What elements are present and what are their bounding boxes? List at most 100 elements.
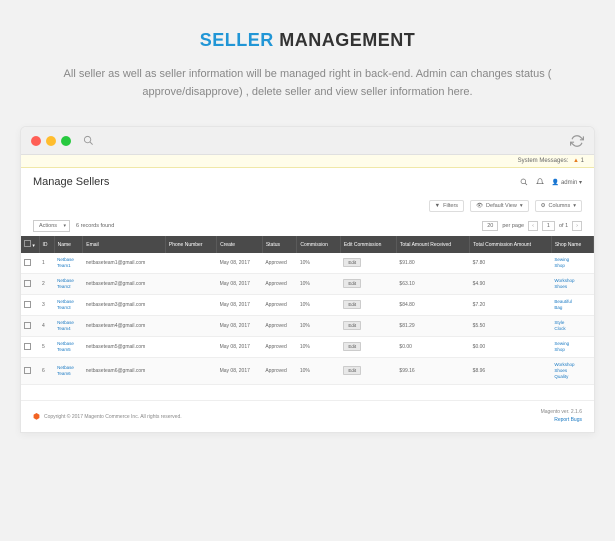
col-header[interactable]: Name [54,236,83,253]
perpage-input[interactable]: 20 [482,221,498,231]
bell-icon[interactable] [536,178,544,186]
cell-id: 6 [39,358,54,385]
grid-toolbar: ▼ Filters 👁 Default View ▾ ⚙ Columns ▾ [21,196,594,216]
cell-phone [165,274,216,295]
col-header[interactable]: Shop Name [551,236,593,253]
page-input[interactable]: 1 [542,221,555,231]
cell-commission: 10% [297,316,340,337]
cell-commission: 10% [297,358,340,385]
table-row: 3NetbaseTeam3netbaseteam3@gmail.comMay 0… [21,295,594,316]
cell-commission: 10% [297,337,340,358]
copyright: Copyright © 2017 Magento Commerce Inc. A… [44,414,182,420]
cell-create: May 08, 2017 [217,316,263,337]
default-view-button[interactable]: 👁 Default View ▾ [470,200,529,212]
col-header[interactable]: ID [39,236,54,253]
col-header[interactable]: Email [83,236,166,253]
shop-name-link[interactable]: SewingShop [554,257,569,268]
cell-total-received: $81.29 [396,316,469,337]
table-row: 4NetbaseTeam4netbaseteam4@gmail.comMay 0… [21,316,594,337]
search-icon[interactable] [520,178,528,186]
col-header[interactable]: Edit Commission [340,236,396,253]
edit-commission-button[interactable]: Edit [343,321,361,330]
close-dot[interactable] [31,136,41,146]
next-page[interactable]: › [572,221,582,231]
seller-name-link[interactable]: NetbaseTeam5 [57,341,74,352]
prev-page[interactable]: ‹ [528,221,538,231]
cell-create: May 08, 2017 [217,274,263,295]
cell-total-commission: $8.96 [470,358,552,385]
cell-email: netbaseteam4@gmail.com [83,316,166,337]
admin-menu[interactable]: 👤 admin ▾ [552,179,582,186]
refresh-icon[interactable] [570,134,584,148]
cell-total-commission: $7.20 [470,295,552,316]
action-row: Actions 6 records found 20 per page ‹ 1 … [21,216,594,236]
sysmsg-label: System Messages: [518,158,569,164]
col-header[interactable]: Phone Number [165,236,216,253]
cell-commission: 10% [297,253,340,274]
cell-status: Approved [262,337,297,358]
report-bugs-link[interactable]: Report Bugs [541,417,582,425]
col-header[interactable]: Status [262,236,297,253]
edit-commission-button[interactable]: Edit [343,279,361,288]
edit-commission-button[interactable]: Edit [343,300,361,309]
version-label: Magento ver. 2.1.6 [541,409,582,417]
minimize-dot[interactable] [46,136,56,146]
seller-name-link[interactable]: NetbaseTeam3 [57,299,74,310]
window-titlebar [21,127,594,155]
title-main: MANAGEMENT [274,30,416,50]
actions-dropdown[interactable]: Actions [33,220,70,232]
row-checkbox[interactable] [24,343,31,350]
row-checkbox[interactable] [24,301,31,308]
col-header[interactable]: Total Amount Received [396,236,469,253]
seller-name-link[interactable]: NetbaseTeam6 [57,365,74,376]
cell-email: netbaseteam5@gmail.com [83,337,166,358]
shop-name-link[interactable]: BeautifulBag [554,299,572,310]
col-header[interactable]: Total Commission Amount [470,236,552,253]
cell-total-received: $84.80 [396,295,469,316]
cell-id: 3 [39,295,54,316]
cell-phone [165,358,216,385]
col-header[interactable]: Create [217,236,263,253]
edit-commission-button[interactable]: Edit [343,258,361,267]
seller-name-link[interactable]: NetbaseTeam4 [57,320,74,331]
seller-name-link[interactable]: NetbaseTeam2 [57,278,74,289]
filters-button[interactable]: ▼ Filters [429,200,464,212]
cell-phone [165,316,216,337]
cell-total-commission: $5.50 [470,316,552,337]
sellers-table: ▾IDNameEmailPhone NumberCreateStatusComm… [21,236,594,385]
shop-name-link[interactable]: WorkshopShoes [554,278,574,289]
cell-email: netbaseteam1@gmail.com [83,253,166,274]
page-of: of 1 [559,223,568,229]
page-header: Manage Sellers 👤 admin ▾ [21,168,594,196]
cell-total-commission: $7.80 [470,253,552,274]
hero-description: All seller as well as seller information… [20,66,595,101]
table-row: 1NetbaseTeam1netbaseteam1@gmail.comMay 0… [21,253,594,274]
shop-name-link[interactable]: StyleClock [554,320,565,331]
row-checkbox[interactable] [24,322,31,329]
app-window: System Messages: ▲ 1 Manage Sellers 👤 ad… [20,126,595,433]
hero-title: SELLER MANAGEMENT [20,30,595,51]
cell-create: May 08, 2017 [217,295,263,316]
columns-button[interactable]: ⚙ Columns ▾ [535,200,582,212]
warning-icon: ▲ [573,158,579,164]
row-checkbox[interactable] [24,259,31,266]
pager: 20 per page ‹ 1 of 1 › [482,221,582,231]
row-checkbox[interactable] [24,367,31,374]
edit-commission-button[interactable]: Edit [343,342,361,351]
col-header[interactable]: ▾ [21,236,39,253]
url-search[interactable] [83,135,570,146]
cell-commission: 10% [297,274,340,295]
seller-name-link[interactable]: NetbaseTeam1 [57,257,74,268]
edit-commission-button[interactable]: Edit [343,366,361,375]
row-checkbox[interactable] [24,280,31,287]
col-header[interactable]: Commission [297,236,340,253]
cell-total-received: $0.00 [396,337,469,358]
shop-name-link[interactable]: WorkshopShoesQuality [554,362,574,379]
shop-name-link[interactable]: SewingShop [554,341,569,352]
select-all-checkbox[interactable] [24,240,31,247]
cell-status: Approved [262,316,297,337]
maximize-dot[interactable] [61,136,71,146]
magento-logo-icon: ⬢ [33,412,40,421]
cell-total-commission: $4.90 [470,274,552,295]
title-accent: SELLER [200,30,274,50]
